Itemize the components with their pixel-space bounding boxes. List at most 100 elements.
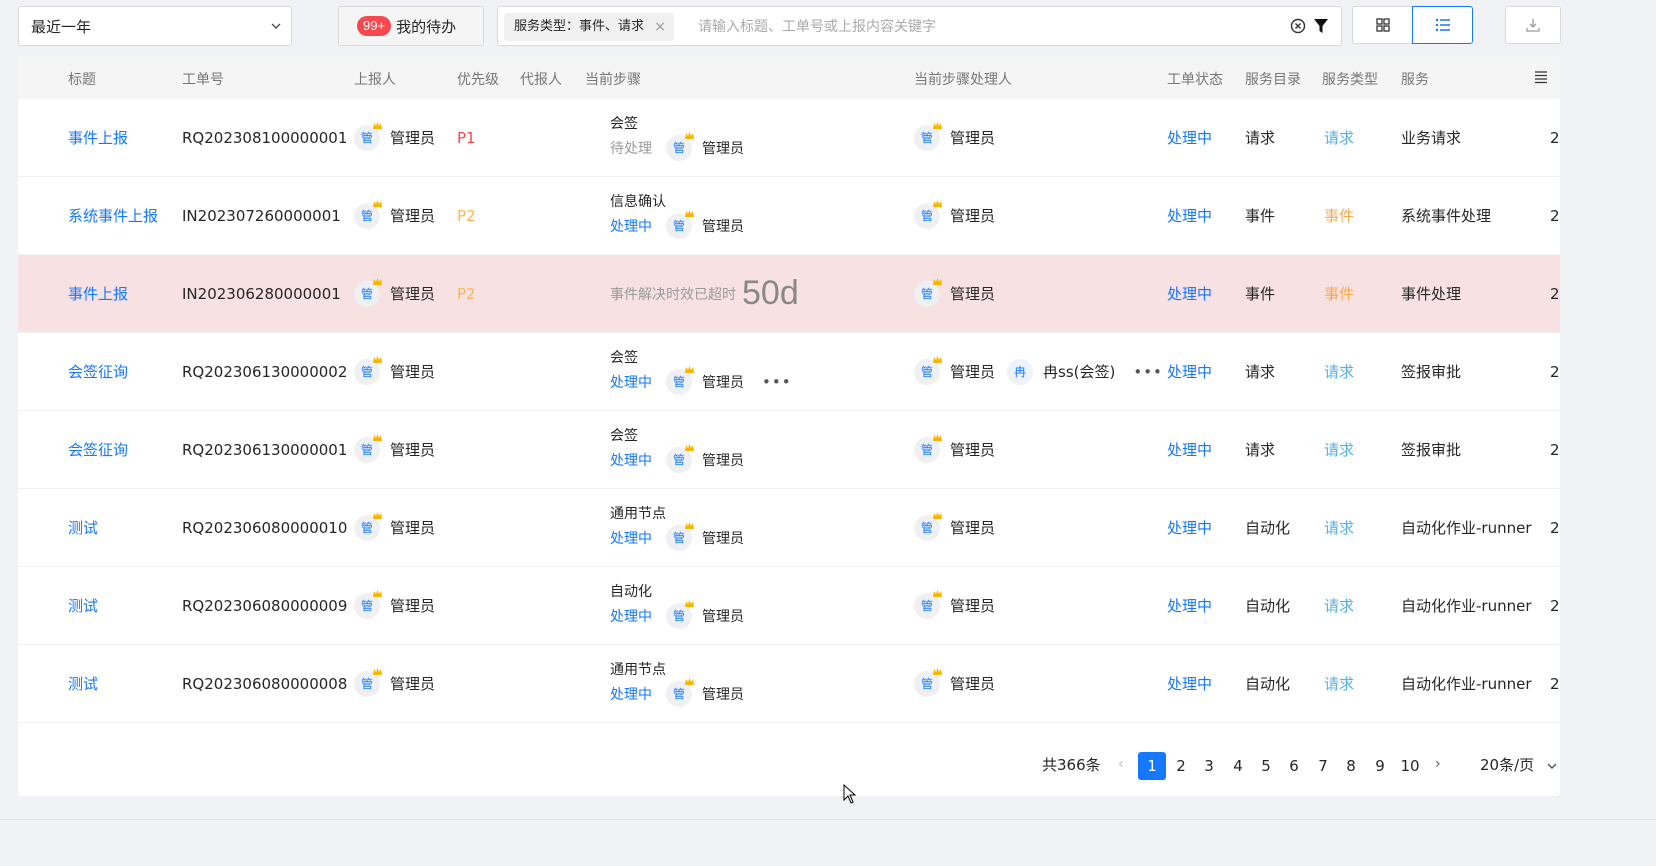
ticket-id: RQ202306080000008 — [182, 674, 348, 693]
col-current-step[interactable]: 当前步骤 — [585, 69, 641, 89]
table-row[interactable]: 事件上报 RQ202308100000001 管管理员 P1 会签 待处理管管理… — [18, 99, 1560, 177]
table-row-overdue[interactable]: 事件上报 IN202306280000001 管管理员 P2 事件解决时效已超时… — [18, 255, 1560, 333]
my-todo-label: 我的待办 — [396, 17, 457, 36]
search-input[interactable] — [698, 15, 1258, 39]
avatar: 管 — [914, 121, 942, 151]
avatar: 管 — [666, 443, 694, 473]
table-row[interactable]: 测试 RQ202306080000010 管管理员 通用节点 处理中管管理员 管… — [18, 489, 1560, 567]
page-5[interactable]: 5 — [1252, 752, 1280, 780]
avatar: 管 — [354, 589, 382, 619]
chevron-down-icon[interactable] — [1546, 760, 1558, 772]
toolbar: 最近一年 99+ 我的待办 服务类型：事件、请求 × — [18, 6, 1656, 48]
step-user: 管理员 — [702, 608, 744, 625]
col-ticket-id[interactable]: 工单号 — [182, 69, 224, 89]
avatar: 管 — [914, 433, 942, 463]
service-name: 事件处理 — [1401, 285, 1462, 303]
page-9[interactable]: 9 — [1366, 752, 1394, 780]
filter-funnel-icon[interactable] — [1313, 17, 1329, 35]
ticket-table: 标题 工单号 上报人 优先级 代报人 当前步骤 当前步骤处理人 工单状态 服务目… — [18, 56, 1560, 796]
step-state: 处理中 — [610, 530, 652, 547]
service-catalog: 事件 — [1245, 285, 1276, 303]
view-toggle — [1352, 6, 1474, 44]
list-view-button[interactable] — [1412, 6, 1473, 44]
ticket-title[interactable]: 事件上报 — [68, 255, 128, 332]
service-catalog: 自动化 — [1245, 519, 1291, 537]
col-proxy[interactable]: 代报人 — [520, 69, 562, 89]
crown-icon — [373, 121, 382, 129]
crown-icon — [933, 589, 942, 597]
ticket-title[interactable]: 测试 — [68, 489, 98, 566]
ticket-title[interactable]: 会签征询 — [68, 411, 128, 488]
crown-icon — [373, 667, 382, 675]
time-range-value: 最近一年 — [31, 17, 92, 36]
crown-icon — [933, 121, 942, 129]
step-user: 管理员 — [702, 452, 744, 469]
avatar: 管 — [354, 121, 382, 151]
col-priority[interactable]: 优先级 — [457, 69, 499, 89]
service-name: 签报审批 — [1401, 363, 1462, 381]
more-icon[interactable]: ••• — [1133, 363, 1163, 381]
crown-icon — [685, 677, 694, 685]
avatar: 冉 — [1007, 358, 1034, 385]
time-range-select[interactable]: 最近一年 — [18, 6, 292, 46]
col-reporter[interactable]: 上报人 — [354, 69, 396, 89]
table-row[interactable]: 会签征询 RQ202306130000001 管管理员 会签 处理中管管理员 管… — [18, 411, 1560, 489]
close-icon[interactable]: × — [654, 13, 666, 41]
current-step: 信息确认 处理中管管理员 — [610, 177, 744, 254]
page-1[interactable]: 1 — [1138, 752, 1166, 780]
my-todo-button[interactable]: 99+ 我的待办 — [338, 6, 484, 46]
page-7[interactable]: 7 — [1309, 752, 1337, 780]
col-step-handler[interactable]: 当前步骤处理人 — [914, 69, 1012, 89]
service-name: 签报审批 — [1401, 441, 1462, 459]
ticket-title[interactable]: 测试 — [68, 567, 98, 644]
crown-icon — [373, 511, 382, 519]
page-3[interactable]: 3 — [1195, 752, 1223, 780]
page-8[interactable]: 8 — [1337, 752, 1365, 780]
page-size-select[interactable]: 20条/页 — [1480, 752, 1534, 778]
next-page-icon[interactable]: › — [1435, 752, 1441, 776]
col-title[interactable]: 标题 — [68, 69, 96, 89]
ticket-id: RQ202306080000010 — [182, 518, 348, 537]
more-icon[interactable]: ••• — [762, 373, 792, 391]
table-row[interactable]: 测试 RQ202306080000008 管管理员 通用节点 处理中管管理员 管… — [18, 645, 1560, 723]
ticket-title[interactable]: 事件上报 — [68, 99, 128, 176]
col-catalog[interactable]: 服务目录 — [1245, 69, 1301, 89]
step-state: 处理中 — [610, 374, 652, 391]
ticket-title[interactable]: 系统事件上报 — [68, 177, 158, 254]
col-service-type[interactable]: 服务类型 — [1322, 69, 1378, 89]
table-row[interactable]: 测试 RQ202306080000009 管管理员 自动化 处理中管管理员 管管… — [18, 567, 1560, 645]
table-row[interactable]: 会签征询 RQ202306130000002 管管理员 会签 处理中管管理员 ••… — [18, 333, 1560, 411]
col-service[interactable]: 服务 — [1401, 69, 1429, 89]
table-row[interactable]: 系统事件上报 IN202307260000001 管管理员 P2 信息确认 处理… — [18, 177, 1560, 255]
step-user: 管理员 — [702, 218, 744, 235]
search-box: 服务类型：事件、请求 × — [497, 6, 1342, 46]
page-10[interactable]: 10 — [1396, 752, 1424, 780]
col-status[interactable]: 工单状态 — [1167, 69, 1223, 89]
service-name: 自动化作业-runner — [1401, 675, 1532, 693]
ticket-status: 处理中 — [1167, 441, 1213, 459]
ticket-id: RQ202306130000002 — [182, 362, 348, 381]
page-2[interactable]: 2 — [1167, 752, 1195, 780]
export-button[interactable] — [1505, 6, 1561, 44]
service-type-filter-tag[interactable]: 服务类型：事件、请求 × — [504, 13, 675, 41]
overdue-days: 50d — [742, 274, 799, 312]
step-handler: 管管理员 — [914, 489, 995, 566]
crown-icon — [685, 521, 694, 529]
crown-icon — [933, 667, 942, 675]
prev-page-icon[interactable]: ‹ — [1118, 752, 1124, 776]
ticket-title[interactable]: 测试 — [68, 645, 98, 722]
current-step: 自动化 处理中管管理员 — [610, 567, 744, 644]
table-header: 标题 工单号 上报人 优先级 代报人 当前步骤 当前步骤处理人 工单状态 服务目… — [18, 56, 1560, 99]
ticket-id: RQ202308100000001 — [182, 128, 348, 147]
crown-icon — [373, 355, 382, 363]
column-settings-icon[interactable] — [1534, 70, 1548, 84]
ticket-title[interactable]: 会签征询 — [68, 333, 128, 410]
grid-view-button[interactable] — [1352, 6, 1413, 44]
clear-circle-icon[interactable] — [1290, 18, 1306, 34]
avatar: 管 — [914, 589, 942, 619]
page-4[interactable]: 4 — [1224, 752, 1252, 780]
avatar: 管 — [354, 277, 382, 307]
overdue-notice: 事件解决时效已超时 50d — [610, 255, 799, 332]
reporter: 管管理员 — [354, 99, 435, 176]
page-6[interactable]: 6 — [1280, 752, 1308, 780]
